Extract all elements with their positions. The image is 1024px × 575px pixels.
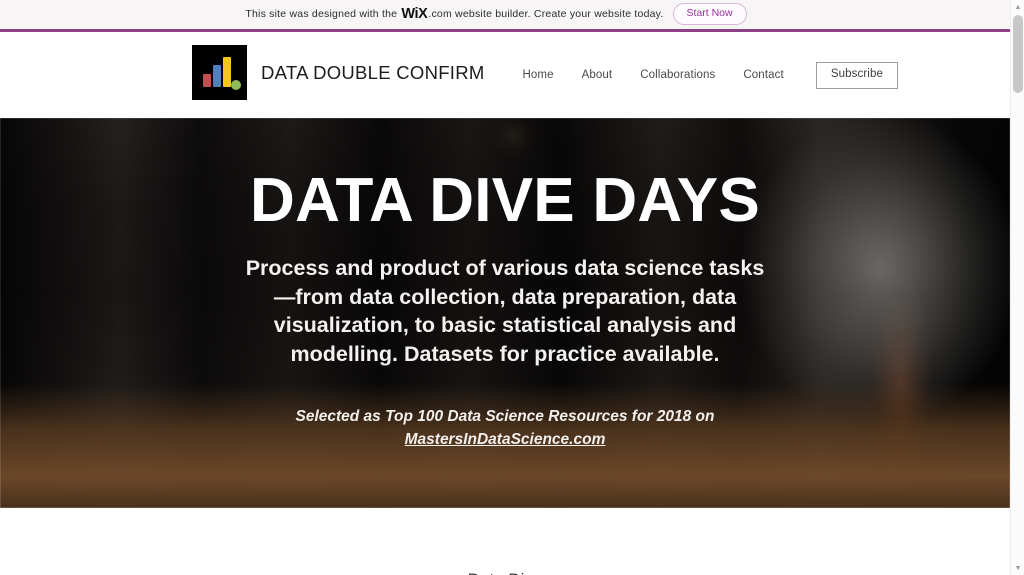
hero-content: DATA DIVE DAYS Process and product of va… bbox=[0, 118, 1010, 508]
brand-lockup[interactable]: DATA DOUBLE CONFIRM bbox=[192, 45, 485, 100]
logo-dot-green bbox=[231, 80, 241, 90]
next-section: Data Dive bbox=[0, 508, 1010, 575]
hero-award-prefix: Selected as Top 100 Data Science Resourc… bbox=[295, 408, 715, 426]
wix-promo-text-before: This site was designed with the bbox=[245, 8, 398, 20]
brand-name: DATA DOUBLE CONFIRM bbox=[261, 61, 485, 83]
page-root: This site was designed with the WiX.com … bbox=[0, 0, 1024, 575]
site-header: DATA DOUBLE CONFIRM Home About Collabora… bbox=[0, 32, 1010, 118]
subscribe-button[interactable]: Subscribe bbox=[815, 62, 898, 89]
logo-bar-red bbox=[203, 74, 211, 87]
hero-title: DATA DIVE DAYS bbox=[250, 166, 760, 235]
nav-item-about[interactable]: About bbox=[568, 69, 627, 81]
hero-award-link[interactable]: MastersInDataScience.com bbox=[405, 431, 606, 448]
scroll-up-arrow-icon[interactable]: ▲ bbox=[1011, 0, 1024, 14]
nav-item-contact[interactable]: Contact bbox=[729, 69, 797, 81]
hero-section: DATA DIVE DAYS Process and product of va… bbox=[0, 118, 1010, 508]
scrollbar-thumb[interactable] bbox=[1013, 15, 1023, 93]
wix-promo-text: This site was designed with the WiX.com … bbox=[245, 6, 663, 22]
logo-bar-blue bbox=[213, 65, 221, 87]
hero-award-note: Selected as Top 100 Data Science Resourc… bbox=[225, 406, 785, 451]
nav-item-home[interactable]: Home bbox=[508, 69, 567, 81]
start-now-button[interactable]: Start Now bbox=[672, 3, 747, 25]
hero-subtitle: Process and product of various data scie… bbox=[245, 256, 765, 366]
wix-promo-banner: This site was designed with the WiX.com … bbox=[0, 0, 1010, 28]
nav-item-collaborations[interactable]: Collaborations bbox=[626, 69, 729, 81]
logo-bar-yellow bbox=[223, 57, 231, 87]
page-scrollbar[interactable]: ▲ ▼ bbox=[1010, 0, 1024, 575]
scroll-down-arrow-icon[interactable]: ▼ bbox=[1011, 561, 1024, 575]
wix-promo-banner-inner: This site was designed with the WiX.com … bbox=[245, 3, 747, 25]
wix-wordmark: WiX bbox=[401, 6, 428, 22]
bar-chart-logo-icon bbox=[192, 45, 247, 100]
main-navigation: Home About Collaborations Contact Subscr… bbox=[508, 62, 898, 89]
wix-promo-text-after: .com website builder. Create your websit… bbox=[428, 8, 664, 20]
next-section-title: Data Dive bbox=[468, 570, 543, 575]
